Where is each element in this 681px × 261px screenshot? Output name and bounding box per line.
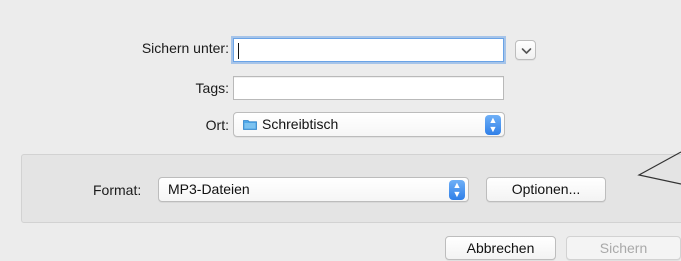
tags-label: Tags: (195, 80, 229, 96)
chevron-down-icon (521, 48, 532, 54)
save-button[interactable]: Sichern (566, 236, 681, 260)
format-value: MP3-Dateien (168, 181, 250, 197)
text-caret (238, 43, 239, 59)
save-dialog: Sichern unter: Tags: Ort: Schreibtisch ▲… (0, 0, 681, 261)
stepper-icon: ▲ ▼ (485, 115, 501, 135)
format-options-group: Format: MP3-Dateien ▲ ▼ Optionen... (21, 154, 681, 223)
cancel-button[interactable]: Abbrechen (445, 236, 556, 260)
tags-field[interactable] (233, 76, 504, 100)
location-popup[interactable]: Schreibtisch ▲ ▼ (233, 112, 505, 137)
options-button[interactable]: Optionen... (486, 177, 606, 202)
expand-dialog-button[interactable] (515, 40, 536, 60)
callout-arrow-icon (637, 151, 681, 185)
save-as-label: Sichern unter: (141, 40, 229, 56)
format-label: Format: (93, 182, 142, 198)
location-value: Schreibtisch (262, 116, 339, 132)
format-popup[interactable]: MP3-Dateien ▲ ▼ (158, 177, 469, 202)
stepper-icon: ▲ ▼ (449, 180, 465, 200)
save-as-field[interactable] (233, 38, 504, 62)
location-label: Ort: (205, 117, 229, 133)
folder-icon (243, 120, 257, 130)
